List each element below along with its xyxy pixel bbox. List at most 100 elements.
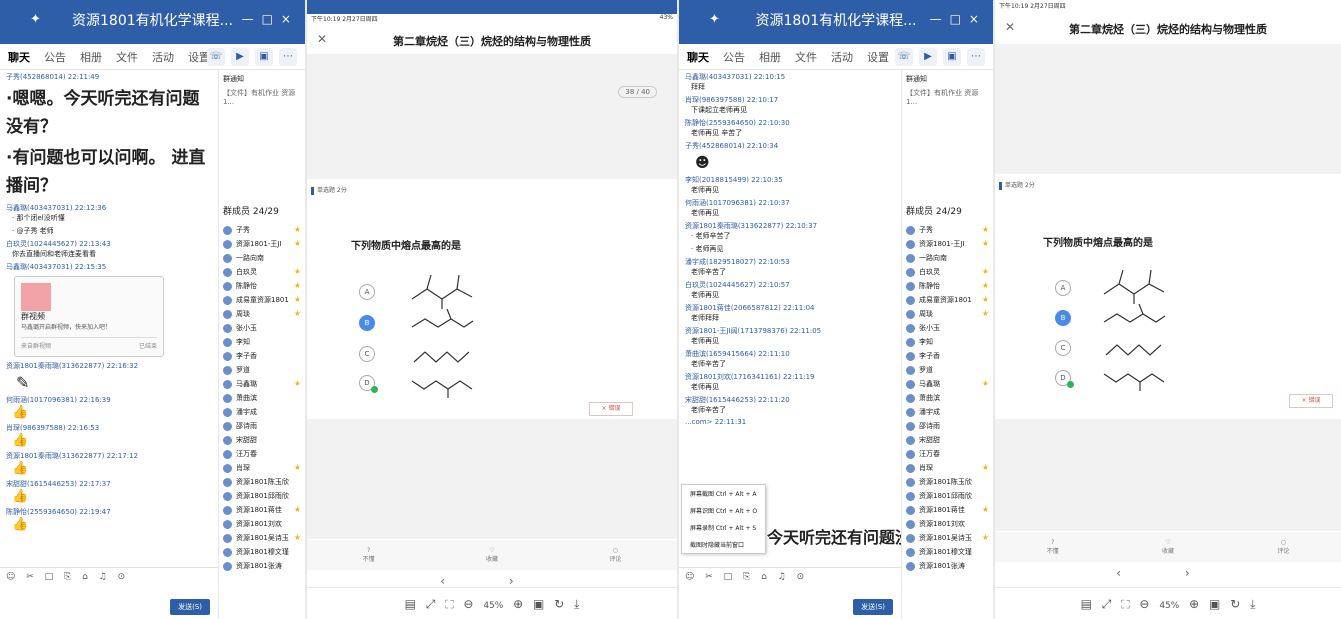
tab-files[interactable]: 文件 [116, 49, 138, 65]
member-item[interactable]: 资源1801穆文瑾 [223, 545, 301, 559]
member-item[interactable]: 汪万春 [906, 447, 989, 461]
more-icon[interactable]: ⋯ [967, 48, 985, 66]
member-item[interactable]: 陈静怡 ★ [223, 279, 301, 293]
comment-button[interactable]: ○ 评论 [1277, 539, 1289, 555]
more-icon[interactable]: ⋯ [279, 48, 297, 66]
tab-album[interactable]: 相册 [759, 49, 781, 65]
member-item[interactable]: 资源1801穆文瑾 [906, 545, 989, 559]
fit-icon[interactable]: ⤢ [1102, 597, 1112, 611]
member-item[interactable]: 李知 [223, 335, 301, 349]
tab-notice[interactable]: 公告 [723, 49, 745, 65]
member-item[interactable]: 邵诗雨 [906, 419, 989, 433]
fit-icon[interactable]: ⤢ [426, 597, 436, 611]
fullscreen-icon[interactable]: ⛶ [1121, 597, 1129, 611]
option-d[interactable]: D [359, 375, 378, 393]
member-item[interactable]: 资源1801邱雨欣 [906, 489, 989, 503]
group-notice-file[interactable]: 【文件】有机作业 资源1... [906, 88, 989, 106]
member-item[interactable]: 马鑫璐 ★ [906, 377, 989, 391]
option-b[interactable]: B [1055, 310, 1071, 326]
member-item[interactable]: 萧曲滨 [906, 391, 989, 405]
zoom-in-icon[interactable]: ⊕ [1189, 597, 1199, 611]
member-item[interactable]: 陈静怡 ★ [906, 279, 989, 293]
download-icon[interactable]: ⤓ [574, 597, 579, 611]
download-icon[interactable]: ⤓ [1250, 597, 1255, 611]
member-item[interactable]: 潘宇成 [223, 405, 301, 419]
favorite-button[interactable]: ♡ 收藏 [1162, 539, 1174, 555]
member-item[interactable]: 汪万春 [223, 447, 301, 461]
member-item[interactable]: 资源1801-王JI ★ [223, 237, 301, 251]
fullscreen-icon[interactable]: ⛶ [445, 597, 453, 611]
member-item[interactable]: 李子香 [223, 349, 301, 363]
member-item[interactable]: 成易童资源1801 ★ [223, 293, 301, 307]
zoom-out-icon[interactable]: ⊖ [1139, 597, 1149, 611]
member-item[interactable]: 马鑫璐 ★ [223, 377, 301, 391]
member-item[interactable]: 资源1801-王JI ★ [906, 237, 989, 251]
window-controls[interactable]: —□× [242, 12, 299, 26]
option-c[interactable]: C [1055, 340, 1071, 356]
tab-settings[interactable]: 设置 [867, 49, 889, 65]
layout-icon[interactable]: ▤ [1081, 597, 1092, 611]
member-item[interactable]: 资源1801蒋佳 ★ [906, 503, 989, 517]
member-item[interactable]: 李子香 [906, 349, 989, 363]
member-item[interactable]: 一路向南 [223, 251, 301, 265]
menu-item-record[interactable]: 屏幕录制 Ctrl + Alt + S [682, 519, 765, 536]
actual-size-icon[interactable]: ▣ [533, 597, 544, 611]
option-d[interactable]: D [1055, 370, 1074, 388]
menu-item-ocr[interactable]: 屏幕识图 Ctrl + Alt + O [682, 502, 765, 519]
send-button[interactable]: 发送(S) [170, 599, 210, 615]
zoom-in-icon[interactable]: ⊕ [513, 597, 523, 611]
member-item[interactable]: 资源1801陈玉欣 [906, 475, 989, 489]
member-item[interactable]: 子秀 ★ [223, 223, 301, 237]
member-item[interactable]: 资源1801陈玉欣 [223, 475, 301, 489]
member-item[interactable]: 罗道 [906, 363, 989, 377]
member-item[interactable]: 资源1801蒋佳 ★ [223, 503, 301, 517]
window-controls[interactable]: —□× [930, 12, 987, 26]
member-item[interactable]: 肖琛 ★ [223, 461, 301, 475]
screen-share-icon[interactable]: ▣ [255, 48, 273, 66]
member-item[interactable]: 张小玉 [906, 321, 989, 335]
member-item[interactable]: 子秀 ★ [906, 223, 989, 237]
member-item[interactable]: 一路向南 [906, 251, 989, 265]
option-c[interactable]: C [359, 346, 375, 362]
phone-icon[interactable]: ☏ [895, 48, 913, 66]
member-item[interactable]: 资源1801张涛 [906, 559, 989, 573]
favorite-button[interactable]: ♡ 收藏 [486, 547, 498, 563]
member-item[interactable]: 罗道 [223, 363, 301, 377]
member-item[interactable]: 肖琛 ★ [906, 461, 989, 475]
message-input-area[interactable]: ☺ ✂ □ ⎘ ⌂ ♫ ⊙ 发送(S) [679, 567, 901, 619]
option-a[interactable]: A [1055, 280, 1071, 296]
phone-icon[interactable]: ☏ [207, 48, 225, 66]
member-item[interactable]: 李知 [906, 335, 989, 349]
actual-size-icon[interactable]: ▣ [1209, 597, 1220, 611]
message-list[interactable]: 子秀(452868014) 22:11:49 ·嗯嗯。今天听完还有问题没有？ ·… [0, 70, 218, 567]
page-nav[interactable]: ‹ › [995, 566, 1341, 580]
member-item[interactable]: 宋甜甜 [906, 433, 989, 447]
member-item[interactable]: 资源1801张涛 [223, 559, 301, 573]
member-item[interactable]: 资源1801刘欢 [906, 517, 989, 531]
tab-chat[interactable]: 聊天 [8, 49, 30, 65]
group-notice-file[interactable]: 【文件】有机作业 资源1... [223, 88, 301, 106]
dont-understand-button[interactable]: ? 不懂 [1047, 539, 1059, 555]
tab-notice[interactable]: 公告 [44, 49, 66, 65]
video-icon[interactable]: ▶ [231, 48, 249, 66]
member-item[interactable]: 白玖灵 ★ [906, 265, 989, 279]
tab-album[interactable]: 相册 [80, 49, 102, 65]
screen-share-icon[interactable]: ▣ [943, 48, 961, 66]
member-item[interactable]: 张小玉 [223, 321, 301, 335]
video-icon[interactable]: ▶ [919, 48, 937, 66]
member-item[interactable]: 白玖灵 ★ [223, 265, 301, 279]
message-input-area[interactable]: ☺ ✂ □ ⎘ ⌂ ♫ ⊙ 发送(S) [0, 567, 218, 619]
member-item[interactable]: 潘宇成 [906, 405, 989, 419]
option-a[interactable]: A [359, 284, 375, 300]
send-button[interactable]: 发送(S) [853, 599, 893, 615]
member-item[interactable]: 资源1801邱雨欣 [223, 489, 301, 503]
member-item[interactable]: 资源1801刘欢 [223, 517, 301, 531]
tab-activity[interactable]: 活动 [152, 49, 174, 65]
page-nav[interactable]: ‹ › [307, 574, 677, 588]
comment-button[interactable]: ○ 评论 [609, 547, 621, 563]
member-item[interactable]: 周琰 ★ [223, 307, 301, 321]
menu-item-hide-window[interactable]: 截图时隐藏当前窗口 [682, 536, 765, 553]
member-item[interactable]: 邵诗雨 [223, 419, 301, 433]
member-item[interactable]: 资源1801吴诗玉 ★ [906, 531, 989, 545]
rotate-icon[interactable]: ↻ [554, 597, 564, 611]
